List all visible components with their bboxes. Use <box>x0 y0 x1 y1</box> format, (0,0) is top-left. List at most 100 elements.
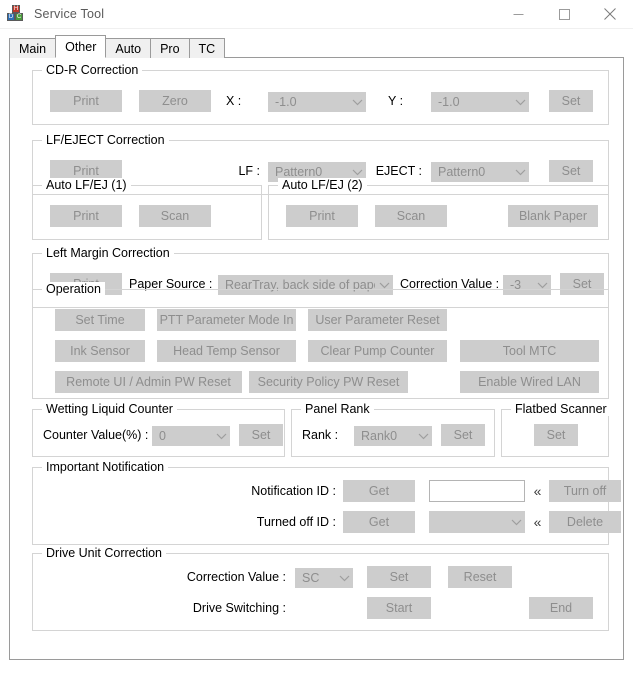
group-auto-lfej-1-legend: Auto LF/EJ (1) <box>42 178 131 192</box>
group-notification-legend: Important Notification <box>42 460 169 474</box>
chevron-down-icon <box>414 433 432 440</box>
app-blocks-icon: H D C <box>7 5 23 21</box>
drive-switching-end-button[interactable]: End <box>529 597 593 619</box>
notification-id-input[interactable] <box>429 480 525 502</box>
drive-switching-start-button[interactable]: Start <box>367 597 431 619</box>
group-flatbed-scanner: Flatbed Scanner Set <box>501 402 611 457</box>
drive-unit-correction-value: SC <box>302 571 320 585</box>
chevron-down-icon <box>212 433 230 440</box>
wetting-counter-value: 0 <box>159 429 166 443</box>
window-title: Service Tool <box>34 7 105 21</box>
notification-turn-off-button[interactable]: Turn off <box>549 480 621 502</box>
cdr-set-button[interactable]: Set <box>549 90 593 112</box>
cdr-zero-button[interactable]: Zero <box>139 90 211 112</box>
turned-off-id-get-button[interactable]: Get <box>343 511 415 533</box>
service-tool-window: H D C Service Tool Main Other Auto Pro T… <box>0 0 633 681</box>
group-operation: Operation Set Time PTT Parameter Mode In… <box>32 282 609 399</box>
operation-security-policy-pw-reset-button[interactable]: Security Policy PW Reset <box>249 371 408 393</box>
flatbed-scanner-set-button[interactable]: Set <box>534 424 578 446</box>
auto-lfej-1-scan-button[interactable]: Scan <box>139 205 211 227</box>
window-controls <box>495 0 633 28</box>
panel-rank-value: Rank0 <box>361 429 398 443</box>
minimize-button[interactable] <box>495 0 541 28</box>
group-cdr-correction: CD-R Correction Print Zero X : -1.0 Y : … <box>32 63 609 125</box>
group-flatbed-scanner-legend: Flatbed Scanner <box>511 402 611 416</box>
notification-id-move-left-icon[interactable]: « <box>528 480 546 502</box>
panel-rank-set-button[interactable]: Set <box>441 424 485 446</box>
maximize-button[interactable] <box>541 0 587 28</box>
cdr-print-button[interactable]: Print <box>50 90 122 112</box>
group-wetting-legend: Wetting Liquid Counter <box>42 402 177 416</box>
operation-head-temp-sensor-button[interactable]: Head Temp Sensor <box>157 340 296 362</box>
drive-unit-reset-button[interactable]: Reset <box>448 566 512 588</box>
lfeject-set-button[interactable]: Set <box>549 160 593 182</box>
cdr-x-combo[interactable]: -1.0 <box>268 92 366 112</box>
turned-off-id-move-left-icon[interactable]: « <box>528 511 546 533</box>
chevron-down-icon <box>348 99 366 106</box>
lfeject-eject-value: Pattern0 <box>438 165 486 179</box>
auto-lfej-2-print-button[interactable]: Print <box>286 205 358 227</box>
cdr-y-value: -1.0 <box>438 95 460 109</box>
notification-id-get-button[interactable]: Get <box>343 480 415 502</box>
operation-clear-pump-counter-button[interactable]: Clear Pump Counter <box>308 340 447 362</box>
lfeject-eject-combo[interactable]: Pattern0 <box>431 162 529 182</box>
auto-lfej-2-scan-button[interactable]: Scan <box>375 205 447 227</box>
operation-ptt-parameter-mode-in-button[interactable]: PTT Parameter Mode In <box>157 309 296 331</box>
group-auto-lfej-2: Auto LF/EJ (2) Print Scan Blank Paper <box>268 178 609 240</box>
tab-main[interactable]: Main <box>9 38 57 58</box>
operation-user-parameter-reset-button[interactable]: User Parameter Reset <box>308 309 447 331</box>
group-auto-lfej-2-legend: Auto LF/EJ (2) <box>278 178 367 192</box>
group-panel-rank-legend: Panel Rank <box>301 402 374 416</box>
group-auto-lfej-1: Auto LF/EJ (1) Print Scan <box>32 178 262 240</box>
group-cdr-correction-legend: CD-R Correction <box>42 63 143 77</box>
tab-strip-filler <box>224 38 624 58</box>
operation-set-time-button[interactable]: Set Time <box>55 309 145 331</box>
group-operation-legend: Operation <box>42 282 105 296</box>
operation-tool-mtc-button[interactable]: Tool MTC <box>460 340 599 362</box>
chevron-down-icon <box>511 99 529 106</box>
operation-enable-wired-lan-button[interactable]: Enable Wired LAN <box>460 371 599 393</box>
drive-unit-correction-combo[interactable]: SC <box>295 568 353 588</box>
title-bar: H D C Service Tool <box>0 0 633 29</box>
minimize-icon <box>513 13 523 15</box>
cdr-y-label: Y : <box>388 94 404 108</box>
chevron-down-icon <box>533 282 551 289</box>
auto-lfej-2-blank-paper-button[interactable]: Blank Paper <box>508 205 598 227</box>
turned-off-id-label: Turned off ID : <box>256 515 336 529</box>
wetting-counter-label: Counter Value(%) : <box>43 428 149 442</box>
notification-delete-button[interactable]: Delete <box>549 511 621 533</box>
other-panel: CD-R Correction Print Zero X : -1.0 Y : … <box>10 58 623 659</box>
group-important-notification: Important Notification Notification ID :… <box>32 460 621 545</box>
cdr-x-value: -1.0 <box>275 95 297 109</box>
lfeject-lf-label: LF : <box>238 164 260 178</box>
auto-lfej-1-print-button[interactable]: Print <box>50 205 122 227</box>
lfeject-eject-label: EJECT : <box>375 164 422 178</box>
tab-auto[interactable]: Auto <box>105 38 152 58</box>
wetting-counter-combo[interactable]: 0 <box>152 426 230 446</box>
group-wetting-liquid-counter: Wetting Liquid Counter Counter Value(%) … <box>32 402 285 457</box>
maximize-icon <box>558 8 570 20</box>
group-lfeject-legend: LF/EJECT Correction <box>42 133 169 147</box>
group-left-margin-legend: Left Margin Correction <box>42 246 174 260</box>
cdr-x-label: X : <box>226 94 242 108</box>
chevron-down-icon <box>375 282 393 289</box>
drive-unit-set-button[interactable]: Set <box>367 566 431 588</box>
drive-unit-correction-label: Correction Value : <box>186 570 286 584</box>
chevron-down-icon <box>335 575 353 582</box>
chevron-down-icon <box>507 519 525 526</box>
close-icon <box>604 8 616 20</box>
turned-off-id-combo[interactable] <box>429 511 525 533</box>
operation-ink-sensor-button[interactable]: Ink Sensor <box>55 340 145 362</box>
tab-other[interactable]: Other <box>55 35 107 58</box>
panel-rank-label: Rank : <box>302 428 339 442</box>
close-button[interactable] <box>587 0 633 28</box>
operation-remote-ui-admin-pw-reset-button[interactable]: Remote UI / Admin PW Reset <box>55 371 242 393</box>
drive-switching-label: Drive Switching : <box>192 601 286 615</box>
tab-pro[interactable]: Pro <box>150 38 190 58</box>
chevron-down-icon <box>511 169 529 176</box>
wetting-set-button[interactable]: Set <box>239 424 283 446</box>
tab-tc[interactable]: TC <box>188 38 226 58</box>
cdr-y-combo[interactable]: -1.0 <box>431 92 529 112</box>
group-panel-rank: Panel Rank Rank : Rank0 Set <box>291 402 495 457</box>
panel-rank-combo[interactable]: Rank0 <box>354 426 432 446</box>
